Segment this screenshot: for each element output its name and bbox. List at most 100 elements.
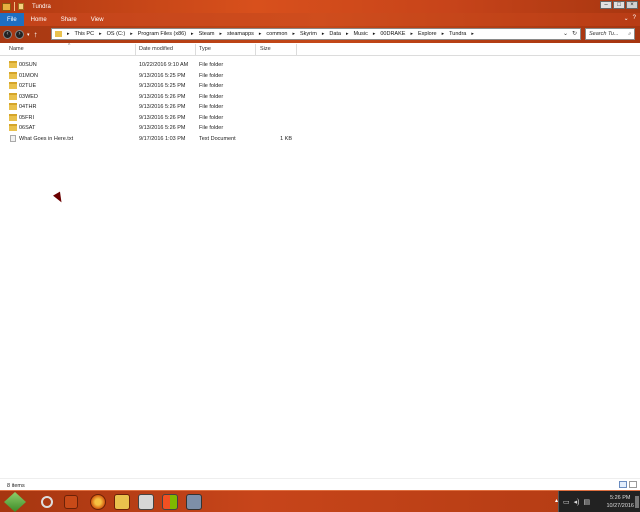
tab-view[interactable]: View <box>84 13 111 26</box>
file-name: 02TUE <box>19 83 37 89</box>
folder-icon <box>9 82 17 89</box>
column-divider[interactable] <box>296 44 297 55</box>
window-title: Tundra <box>32 3 51 10</box>
windows-app-icon[interactable] <box>162 494 178 510</box>
program-icon[interactable] <box>186 494 202 510</box>
file-type: File folder <box>199 83 224 89</box>
folder-icon <box>2 2 11 11</box>
file-name: 05FRI <box>19 114 34 121</box>
column-header-name[interactable]: Name <box>9 46 24 52</box>
recent-locations-icon[interactable]: ▾ <box>27 32 30 38</box>
refresh-icon[interactable]: ↻ <box>572 30 577 37</box>
column-header-type[interactable]: Type <box>199 46 211 52</box>
list-item[interactable]: 04THR 9/13/2016 5:26 PM File folder <box>0 102 640 113</box>
breadcrumb-this-pc[interactable]: This PC <box>75 31 95 37</box>
item-count: 8 items <box>7 483 25 489</box>
system-tray: ▭ ◂) ▤ 5:26 PM 10/27/2016 <box>558 491 640 512</box>
breadcrumb: This PC ▸ OS (C:) ▸ Program Files (x86) ▸ S… <box>75 31 479 37</box>
app-icon[interactable] <box>138 494 154 510</box>
chevron-right-icon[interactable]: ▸ <box>99 31 102 37</box>
column-divider[interactable] <box>135 44 136 55</box>
view-toggle <box>619 481 637 488</box>
notifications-icon[interactable]: ▤ <box>583 498 590 506</box>
list-item[interactable]: 01MON 9/13/2016 5:25 PM File folder <box>0 71 640 82</box>
chevron-right-icon[interactable]: ▸ <box>471 31 474 37</box>
forward-button[interactable]: › <box>15 30 24 39</box>
task-view-icon[interactable] <box>64 495 78 509</box>
file-name: 06SAT <box>19 125 36 131</box>
minimize-button[interactable]: – <box>600 1 612 9</box>
breadcrumb-tundra[interactable]: Tundra <box>449 31 466 37</box>
maximize-button[interactable]: □ <box>613 1 625 9</box>
list-item[interactable]: 02TUE 9/13/2016 5:25 PM File folder <box>0 81 640 92</box>
list-item[interactable]: 03WED 9/13/2016 5:26 PM File folder <box>0 92 640 103</box>
file-list: 00SUN 10/22/2016 9:10 AM File folder 01M… <box>0 60 640 144</box>
tab-share[interactable]: Share <box>54 13 84 26</box>
column-divider[interactable] <box>255 44 256 55</box>
list-item[interactable]: 06SAT 9/13/2016 5:26 PM File folder <box>0 123 640 134</box>
breadcrumb-steamapps[interactable]: steamapps <box>227 31 254 37</box>
chevron-right-icon[interactable]: ▸ <box>293 31 296 37</box>
start-button[interactable] <box>4 492 26 512</box>
show-desktop-button[interactable] <box>635 496 639 508</box>
file-date: 10/22/2016 9:10 AM <box>139 62 189 68</box>
chevron-right-icon[interactable]: ▸ <box>259 31 262 37</box>
breadcrumb-program-files[interactable]: Program Files (x86) <box>138 31 186 37</box>
folder-icon <box>9 92 17 100</box>
breadcrumb-os-c[interactable]: OS (C:) <box>107 31 126 37</box>
breadcrumb-00drake[interactable]: 00DRAKE <box>380 31 405 37</box>
title-bar: Tundra – □ × <box>0 0 640 13</box>
list-item[interactable]: What Goes in Here.txt 9/17/2016 1:03 PM … <box>0 134 640 145</box>
folder-icon <box>9 124 17 131</box>
tab-file[interactable]: File <box>0 13 24 26</box>
window-controls: – □ × <box>600 1 638 9</box>
clock[interactable]: 5:26 PM 10/27/2016 <box>606 494 634 510</box>
breadcrumb-music[interactable]: Music <box>353 31 367 37</box>
breadcrumb-skyrim[interactable]: Skyrim <box>300 31 317 37</box>
breadcrumb-steam[interactable]: Steam <box>199 31 215 37</box>
details-view-button[interactable] <box>619 481 627 488</box>
help-icon[interactable]: ? <box>633 15 636 22</box>
chevron-right-icon[interactable]: ▸ <box>322 31 325 37</box>
close-button[interactable]: × <box>626 1 638 9</box>
list-item[interactable]: 05FRI 9/13/2016 5:26 PM File folder <box>0 113 640 124</box>
chevron-right-icon[interactable]: ▸ <box>130 31 133 37</box>
back-button[interactable]: ‹ <box>3 30 12 39</box>
folder-icon <box>9 71 17 79</box>
column-header-date[interactable]: Date modified <box>139 46 173 52</box>
firefox-icon[interactable] <box>90 494 106 510</box>
search-taskbar-icon[interactable] <box>41 496 53 508</box>
up-button[interactable]: ↑ <box>34 30 38 39</box>
file-name: 03WED <box>19 93 38 100</box>
address-bar[interactable]: ▸ This PC ▸ OS (C:) ▸ Program Files (x86) ▸… <box>51 28 581 40</box>
chevron-right-icon[interactable]: ▸ <box>67 31 70 37</box>
breadcrumb-explore[interactable]: Explore <box>418 31 437 37</box>
chevron-right-icon[interactable]: ▸ <box>373 31 376 37</box>
breadcrumb-common[interactable]: common <box>266 31 287 37</box>
expand-ribbon-icon[interactable]: ⌄ <box>624 15 629 22</box>
column-header-size[interactable]: Size <box>260 46 271 52</box>
chevron-right-icon[interactable]: ▸ <box>346 31 349 37</box>
list-item[interactable]: 00SUN 10/22/2016 9:10 AM File folder <box>0 60 640 71</box>
breadcrumb-data[interactable]: Data <box>329 31 341 37</box>
volume-icon[interactable]: ◂) <box>574 498 580 506</box>
tab-home[interactable]: Home <box>24 13 54 26</box>
chevron-right-icon[interactable]: ▸ <box>219 31 222 37</box>
chevron-down-icon[interactable]: ⌄ <box>563 30 568 37</box>
large-icons-view-button[interactable] <box>629 481 637 488</box>
search-input[interactable]: Search Tu... ⌕ <box>585 28 635 40</box>
file-explorer-icon[interactable] <box>114 494 130 510</box>
file-size: 1 KB <box>280 135 292 142</box>
file-type: File folder <box>199 125 224 131</box>
chevron-right-icon[interactable]: ▸ <box>442 31 445 37</box>
chevron-right-icon[interactable]: ▸ <box>191 31 194 37</box>
quick-access-properties-icon[interactable] <box>18 3 24 10</box>
column-divider[interactable] <box>195 44 196 55</box>
network-icon[interactable]: ▭ <box>563 498 570 506</box>
mouse-cursor-icon <box>53 191 65 205</box>
file-type: File folder <box>199 104 224 110</box>
sort-ascending-icon: ^ <box>68 43 71 49</box>
chevron-right-icon[interactable]: ▸ <box>410 31 413 37</box>
tray-icons: ▭ ◂) ▤ <box>563 498 590 506</box>
folder-icon <box>9 103 17 110</box>
